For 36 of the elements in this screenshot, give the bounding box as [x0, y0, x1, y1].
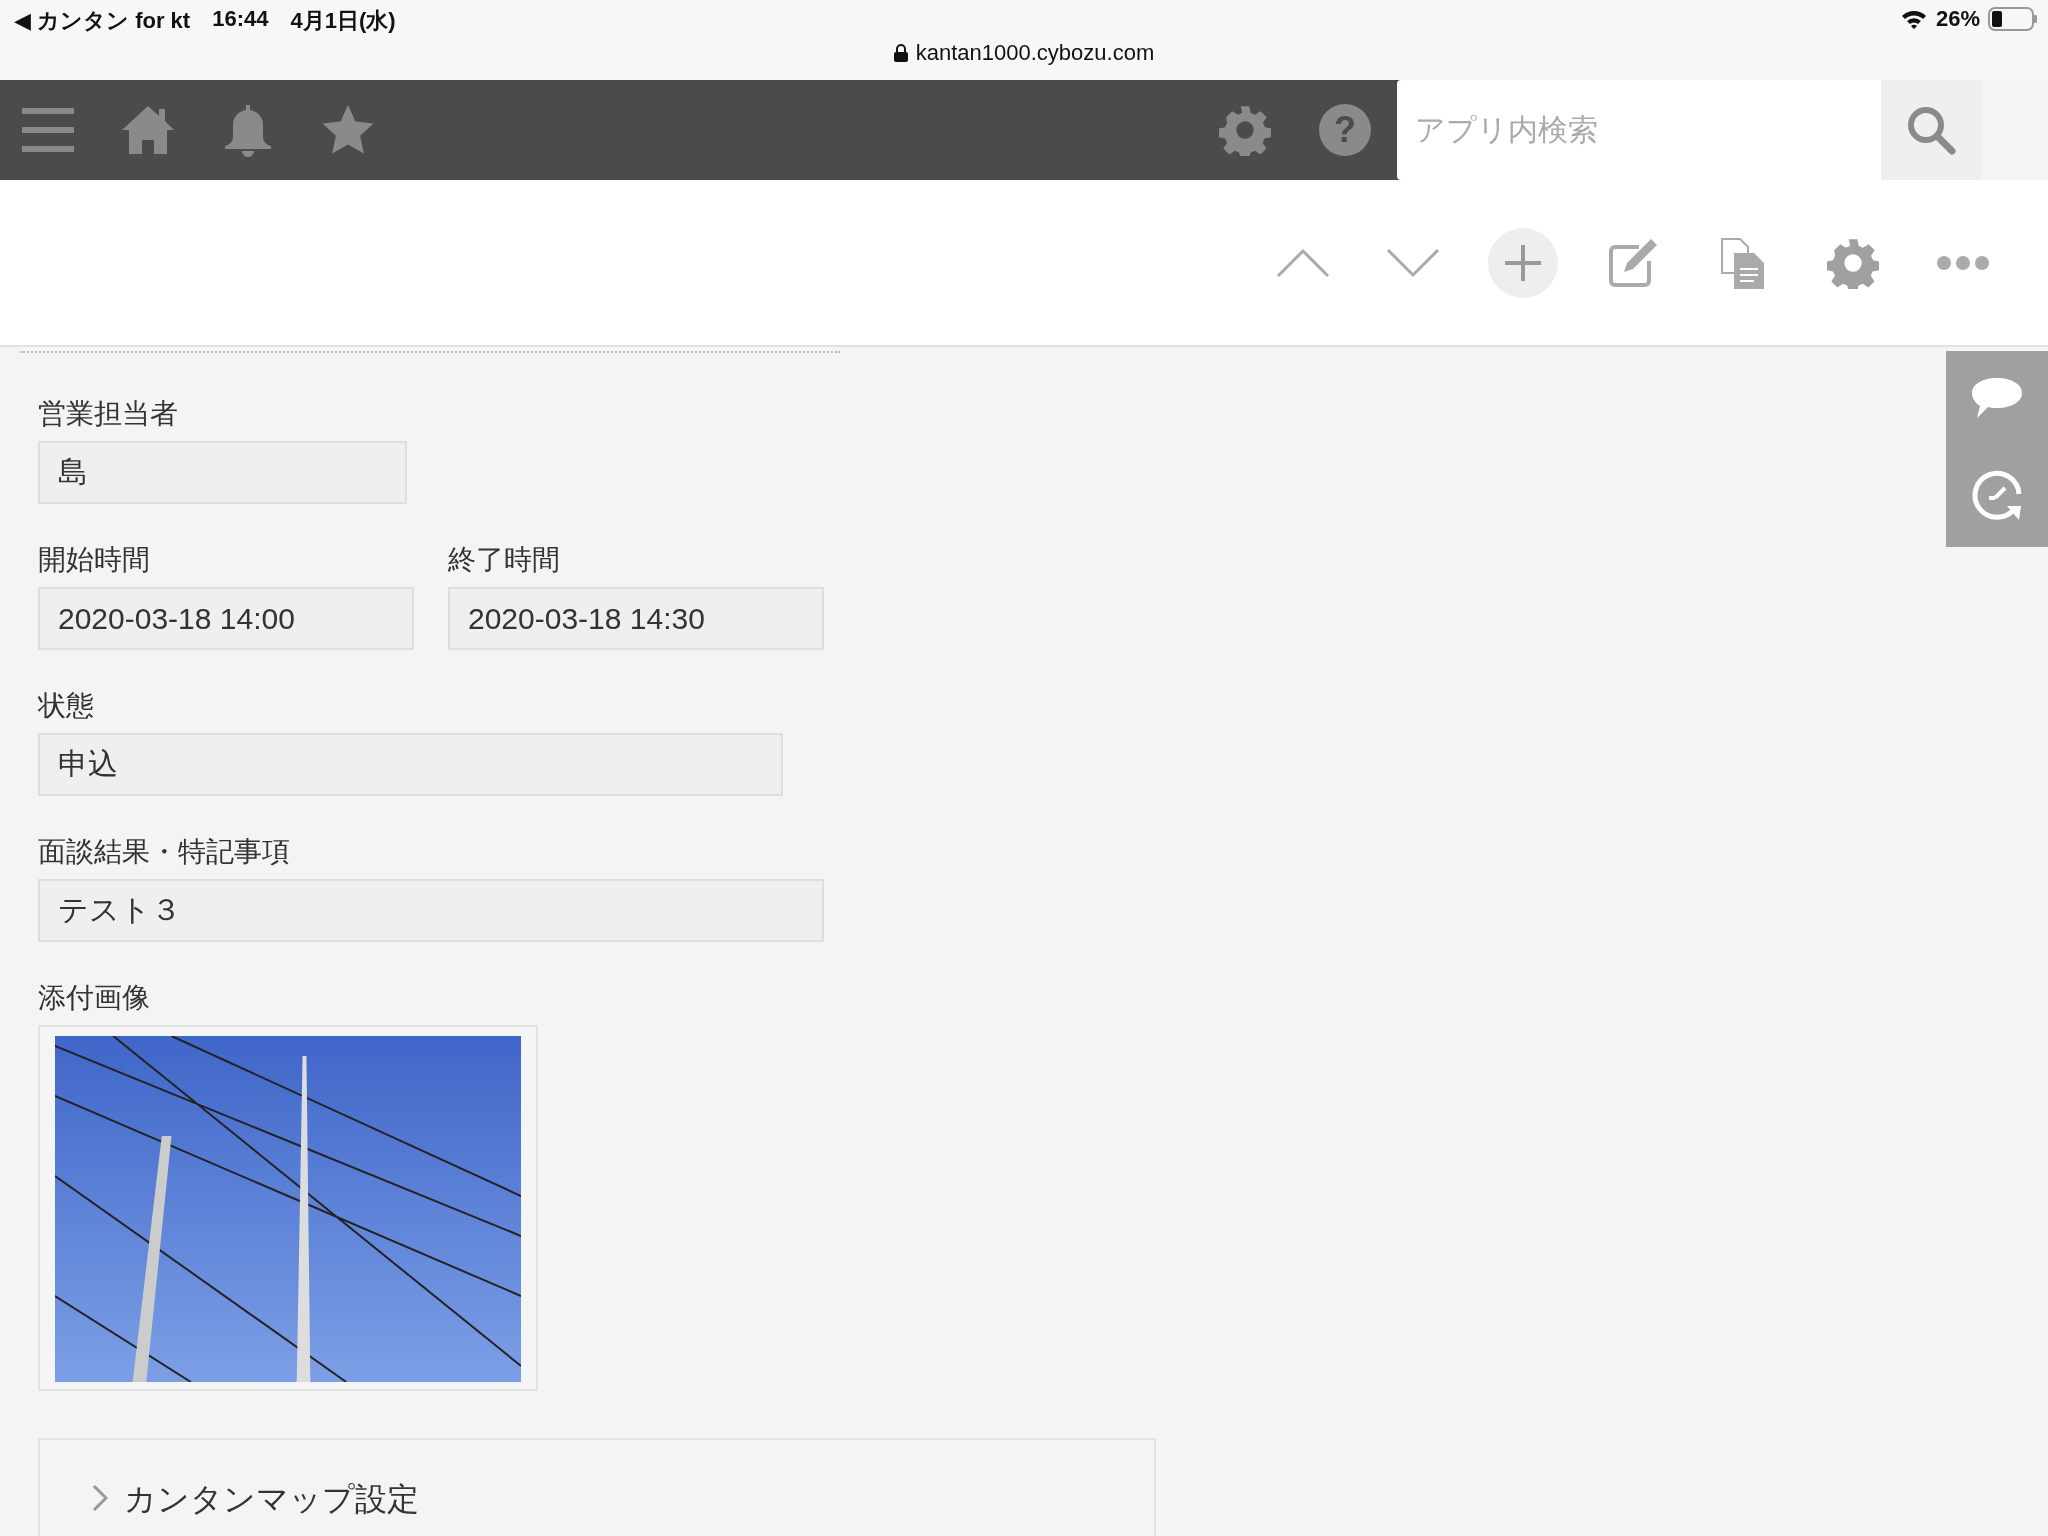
more-icon [1936, 254, 1990, 271]
field-label: 面談結果・特記事項 [38, 835, 291, 869]
battery-icon [1988, 7, 2038, 31]
status-time: 16:44 [212, 6, 269, 33]
bell-icon[interactable] [222, 103, 274, 157]
search-field[interactable]: アプリ内検索 [1397, 80, 1881, 180]
collapsible-section[interactable]: カンタンマップ設定 [38, 1438, 1156, 1536]
edit-icon [1607, 236, 1659, 289]
search-icon [1906, 105, 1956, 155]
field-value: 島 [38, 441, 407, 504]
field-label: 添付画像 [38, 981, 151, 1015]
search-button[interactable] [1881, 80, 1981, 180]
field-label: 終了時間 [448, 543, 561, 577]
field-value: 2020-03-18 14:00 [38, 587, 414, 650]
copy-icon [1720, 236, 1766, 289]
chevron-down-icon [1386, 247, 1440, 278]
field-value: 2020-03-18 14:30 [448, 587, 824, 650]
back-app-label[interactable]: ◀ カンタン for kt [14, 6, 191, 36]
comment-icon[interactable] [1971, 376, 2023, 419]
home-icon[interactable] [122, 104, 174, 156]
settings-icon[interactable] [1827, 236, 1879, 289]
battery-percent: 26% [1935, 6, 1980, 32]
field-label: 開始時間 [38, 543, 151, 577]
field-label: 営業担当者 [38, 397, 179, 431]
field-value: 申込 [38, 733, 783, 796]
field-label: 状態 [38, 689, 95, 723]
star-icon[interactable] [322, 104, 374, 156]
page-url[interactable]: kantan1000.cybozu.com [915, 40, 1155, 66]
lock-icon [893, 44, 908, 62]
section-title: カンタンマップ設定 [124, 1480, 419, 1519]
status-date: 4月1日(水) [290, 7, 396, 35]
history-icon[interactable] [1971, 469, 2023, 522]
chevron-up-icon [1276, 247, 1330, 278]
field-value: テスト３ [38, 879, 824, 942]
settings-icon[interactable] [1219, 104, 1271, 156]
plus-icon [1505, 244, 1541, 281]
